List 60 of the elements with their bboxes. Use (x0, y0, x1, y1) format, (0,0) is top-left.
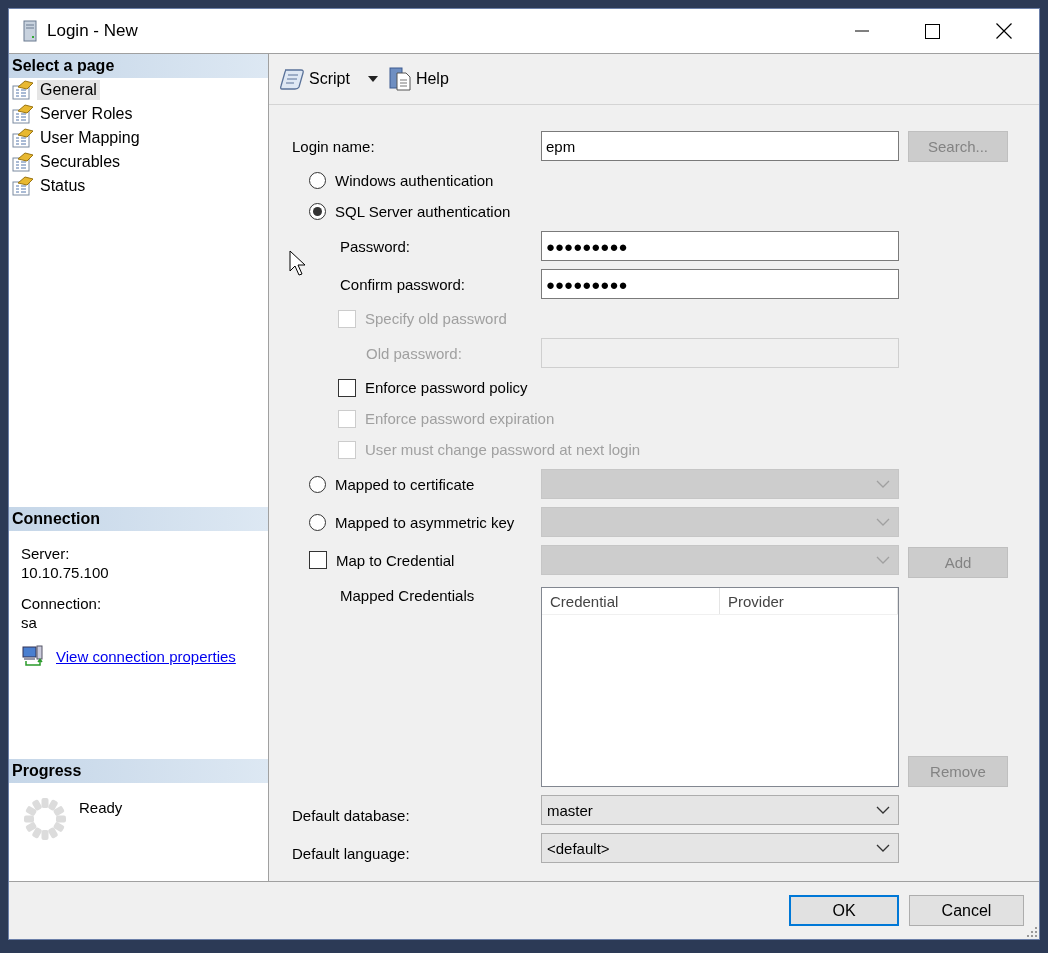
page-item[interactable]: Server Roles (37, 104, 136, 124)
field-label: Default language: (292, 843, 411, 862)
toolbar-button[interactable]: Help (387, 66, 449, 92)
info-value: 10.10.75.100 (21, 564, 110, 581)
radio-option[interactable]: Mapped to asymmetric key (309, 513, 515, 531)
dialog-button[interactable]: Cancel (909, 895, 1024, 926)
field-label: Old password: (365, 344, 463, 362)
progress-status: Ready (79, 799, 123, 818)
page-icon (12, 80, 34, 100)
page-icon (12, 152, 34, 172)
dropdown-field[interactable]: master (541, 795, 899, 825)
dropdown-field[interactable]: <default> (541, 833, 899, 863)
caret-icon[interactable] (367, 76, 378, 82)
radio-option[interactable]: SQL Server authentication (309, 203, 511, 220)
info-label: Connection: (21, 595, 103, 612)
resize-grip-icon[interactable] (1027, 927, 1037, 937)
scroll-icon (279, 67, 305, 91)
maximize-icon[interactable] (925, 23, 940, 39)
connection-properties-link[interactable]: View connection properties (56, 647, 236, 665)
dialog-button[interactable]: OK (789, 895, 899, 926)
field-label: Confirm password: (339, 275, 467, 293)
column-header[interactable]: Credential (542, 588, 720, 614)
mouse-cursor-icon (289, 250, 307, 277)
info-value: sa (21, 614, 38, 631)
chevron-icon (876, 806, 890, 814)
page-item[interactable]: Status (37, 176, 89, 196)
chevron-icon (876, 844, 890, 852)
page-item[interactable]: User Mapping (37, 128, 143, 148)
checkbox-option[interactable]: Enforce password policy (338, 378, 528, 397)
page-icon (12, 128, 34, 148)
column-header[interactable]: Provider (720, 588, 898, 614)
section-header: Progress (9, 759, 268, 783)
chevron-icon (876, 518, 890, 526)
toolbar-button[interactable]: Script (279, 67, 350, 91)
book-icon (387, 66, 412, 92)
chevron-icon (876, 480, 890, 488)
radio-option[interactable]: Windows authentication (309, 172, 494, 189)
server-icon (23, 20, 37, 42)
section-header: Select a page (9, 54, 268, 78)
page-item[interactable]: Securables (37, 152, 124, 172)
chevron-icon (876, 556, 890, 564)
field-label: Mapped Credentials (339, 586, 476, 606)
checkbox-option[interactable]: Map to Credential (309, 551, 455, 569)
section-header: Connection (9, 507, 268, 531)
info-label: Server: (21, 545, 71, 562)
computer-icon (22, 645, 44, 667)
minimize-icon[interactable] (854, 30, 869, 32)
spinner-icon (23, 797, 67, 841)
close-icon[interactable] (995, 23, 1012, 39)
page-item[interactable]: General (37, 80, 100, 100)
field-label: Password: (339, 237, 412, 255)
field-label: Default database: (292, 805, 411, 824)
text-field[interactable]: ●●●●●●●●● (541, 231, 899, 261)
page-icon (12, 104, 34, 124)
text-field[interactable]: epm (541, 131, 899, 161)
text-field[interactable]: ●●●●●●●●● (541, 269, 899, 299)
page-icon (12, 176, 34, 196)
radio-option[interactable]: Mapped to certificate (309, 475, 475, 493)
window-title: Login - New (47, 21, 139, 41)
field-label: Login name: (292, 137, 376, 155)
